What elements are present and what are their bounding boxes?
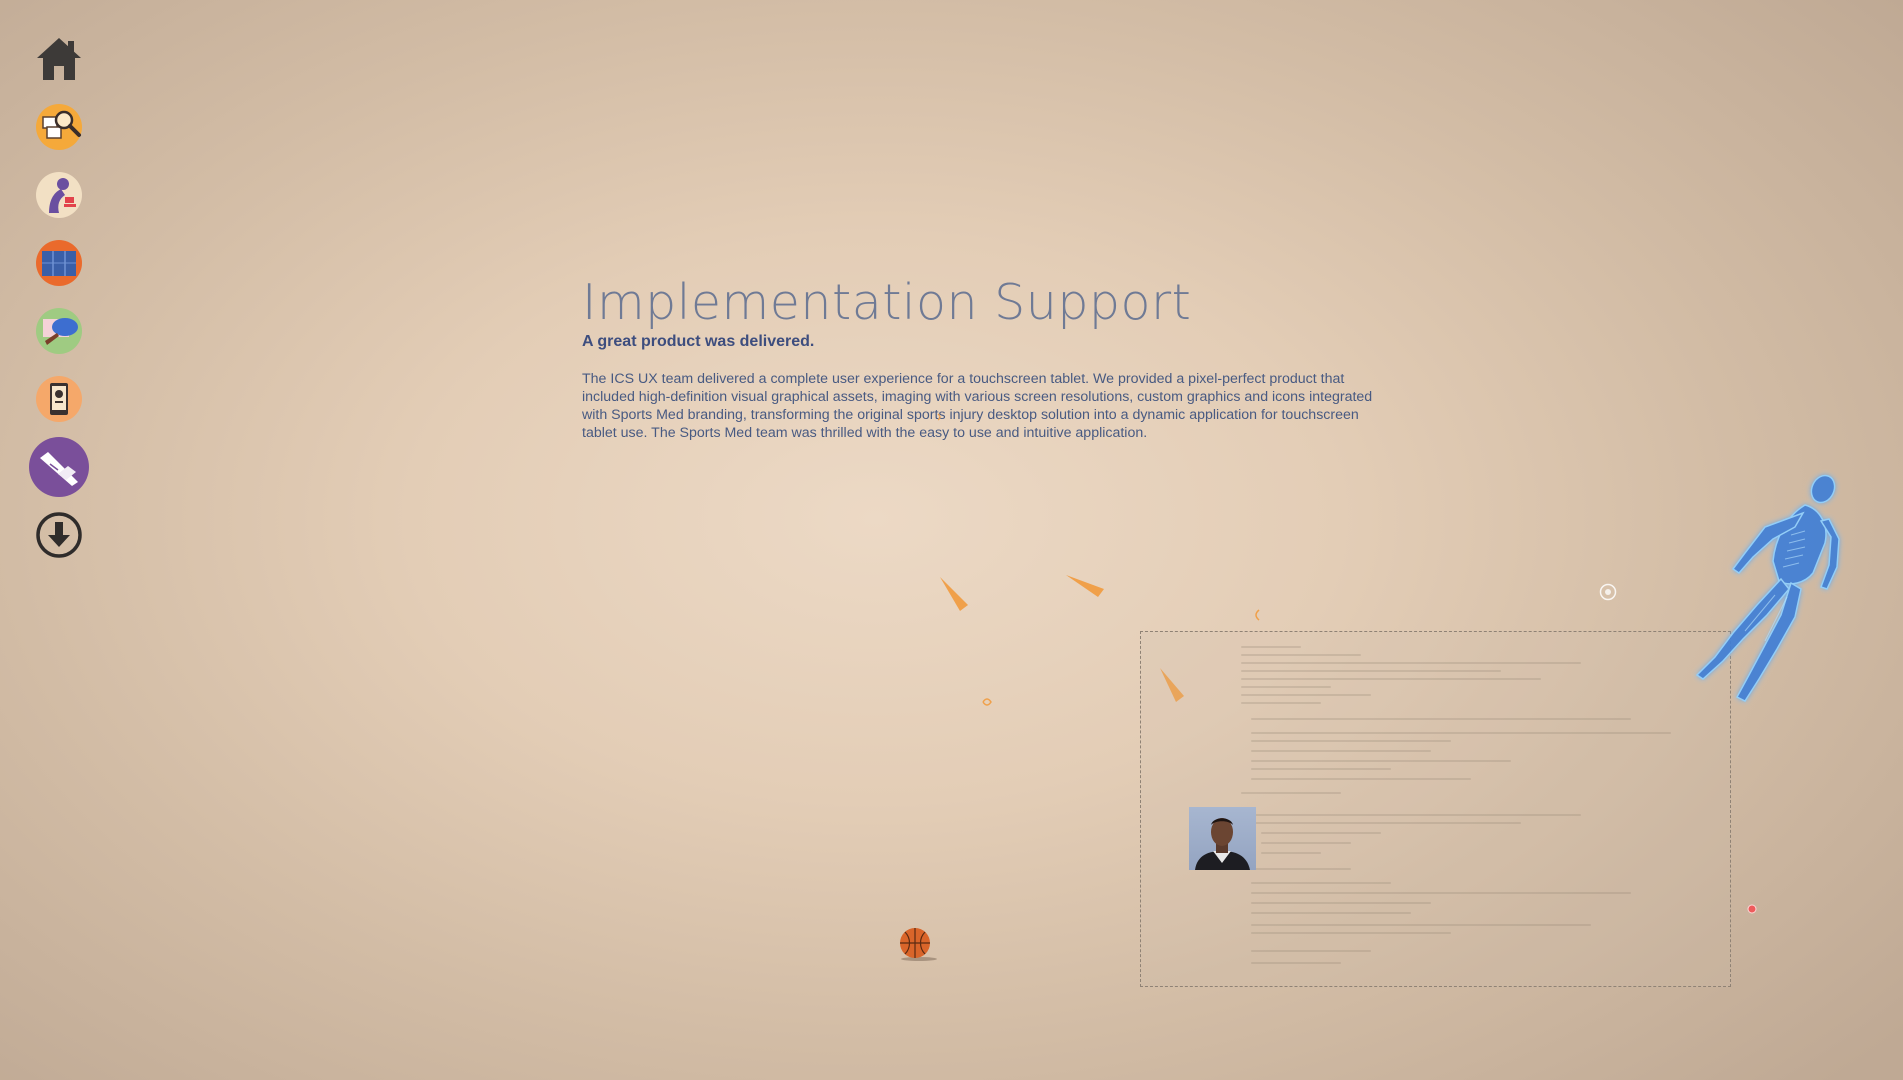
player-photo (1189, 807, 1256, 870)
red-dot-marker (1747, 904, 1757, 914)
nav-science[interactable] (28, 164, 90, 226)
page-title: Implementation Support (582, 274, 1192, 331)
nav-layout[interactable] (28, 232, 90, 294)
rotate-icon[interactable] (1599, 583, 1617, 601)
nav-home[interactable] (28, 28, 90, 90)
download-arrow-icon (36, 512, 82, 558)
microscope-icon (36, 172, 82, 218)
house-icon (37, 38, 81, 80)
page-description: The ICS UX team delivered a complete use… (582, 371, 1373, 441)
orange-squiggle-decoration (937, 413, 941, 421)
nav-research[interactable] (28, 96, 90, 158)
blueprint-icon (36, 240, 82, 286)
orange-squiggle-decoration (982, 698, 992, 706)
magnifier-screens-icon (36, 104, 82, 150)
palette-screen-icon (36, 308, 82, 354)
nav-support-active[interactable] (28, 436, 90, 498)
basketball-icon (900, 928, 937, 961)
orange-shard-decoration (940, 577, 968, 611)
human-skeleton-illustration (1695, 474, 1840, 702)
page-subtitle: A great product was delivered. (582, 333, 815, 350)
player-portrait-illustration (1195, 818, 1250, 870)
nav-mobile[interactable] (28, 368, 90, 430)
orange-squiggle-decoration (1255, 609, 1260, 621)
nav-download[interactable] (28, 504, 90, 566)
nav-design[interactable] (28, 300, 90, 362)
orange-shard-decoration (1066, 575, 1104, 597)
handshake-icon (29, 437, 89, 497)
tablet-app-icon (36, 376, 82, 422)
